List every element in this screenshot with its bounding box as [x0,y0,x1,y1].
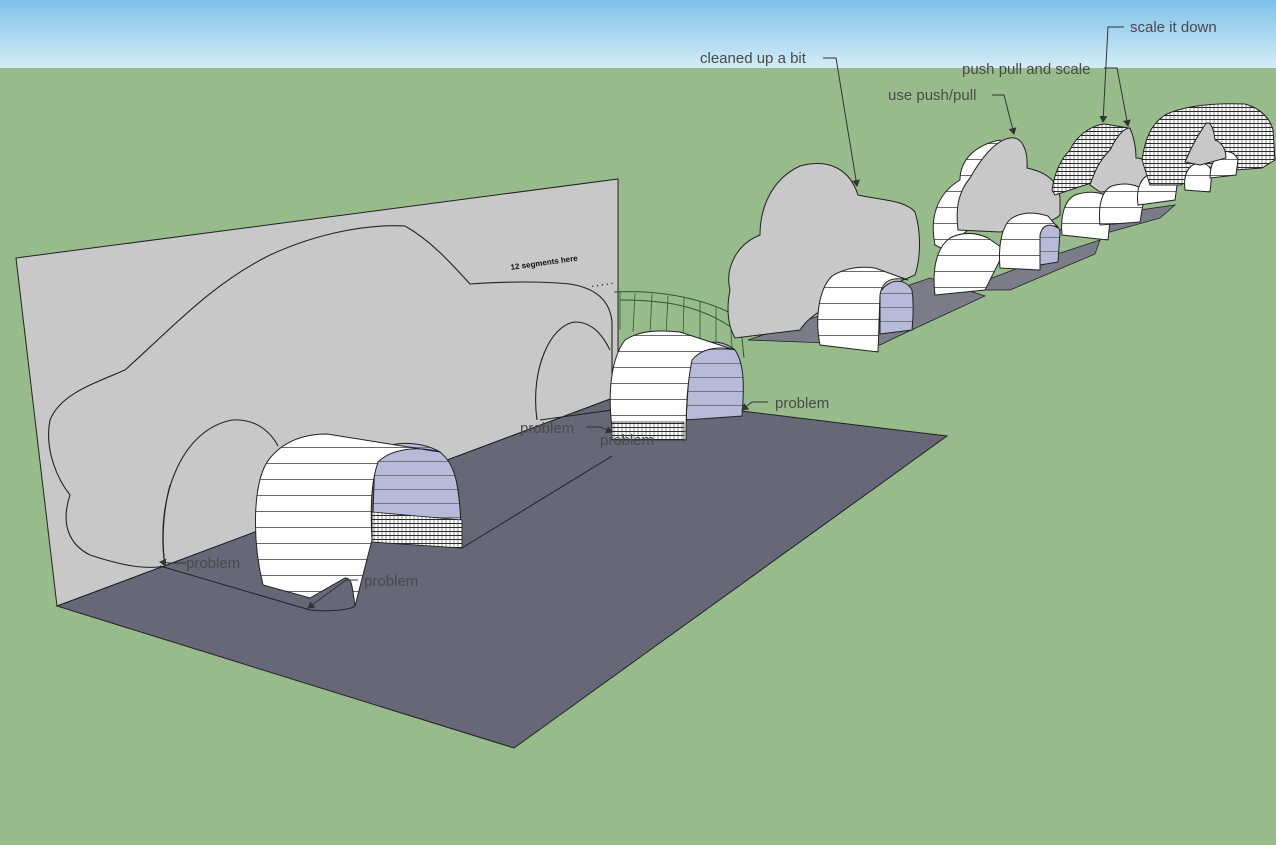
annotation-label: problem [186,555,240,572]
model-viewport[interactable]: 12 segments here · · · · · cleaned up a … [0,0,1276,845]
annotation-label: scale it down [1130,19,1217,36]
annotation-label: use push/pull [888,87,976,104]
annotation-label: problem [775,395,829,412]
wheel-well-4-inner [1039,223,1061,266]
sky [0,0,1276,68]
annotation-label: push pull and scale [962,61,1090,78]
annotation-label: problem [520,420,574,437]
annotation-label: problem [600,432,654,449]
annotation-label: cleaned up a bit [700,50,807,67]
annotation-problem-3[interactable]: problem [600,432,654,449]
annotation-label: problem [364,573,418,590]
wheel-well-3-inner [879,280,914,335]
